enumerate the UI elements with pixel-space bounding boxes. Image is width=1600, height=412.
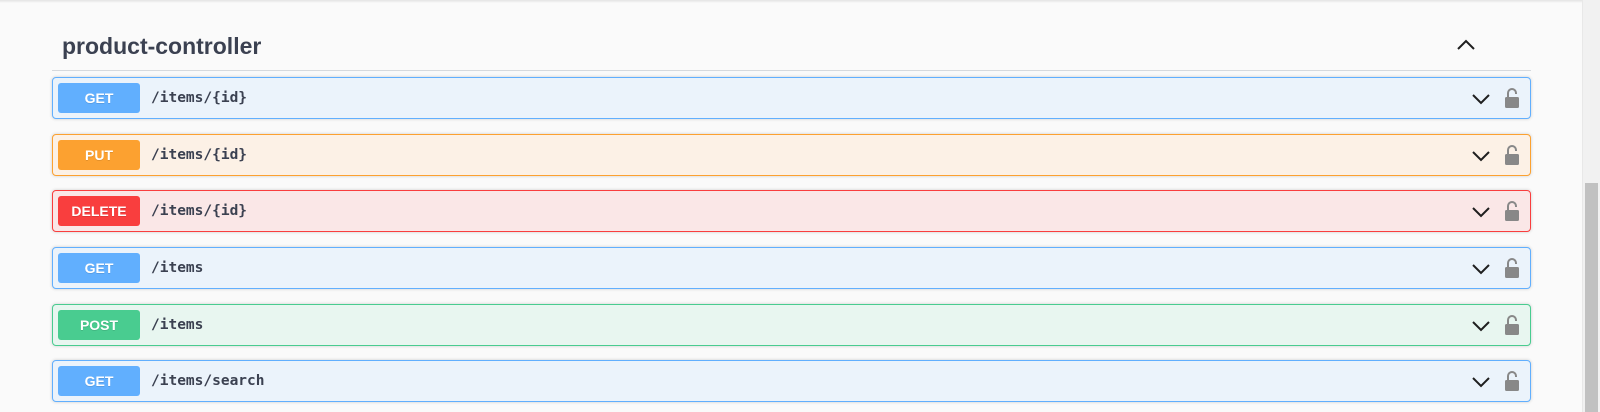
operation-path: /items/search [151, 373, 265, 389]
method-badge: GET [58, 366, 140, 396]
lock-open-icon[interactable] [1503, 256, 1521, 280]
operation-path: /items [151, 260, 204, 276]
lock-open-icon[interactable] [1503, 313, 1521, 337]
method-badge: GET [58, 83, 140, 113]
operation-get-items-search[interactable]: GET /items/search [52, 360, 1531, 402]
tag-title[interactable]: product-controller [62, 33, 261, 60]
operation-path: /items [151, 317, 204, 333]
operation-path: /items/{id} [151, 90, 248, 106]
method-badge: POST [58, 310, 140, 340]
chevron-down-icon[interactable] [1470, 145, 1492, 167]
swagger-page: product-controller GET /items/{id} PUT /… [0, 0, 1582, 412]
top-shadow [0, 0, 1582, 3]
method-badge: GET [58, 253, 140, 283]
chevron-down-icon[interactable] [1470, 201, 1492, 223]
chevron-up-icon[interactable] [1451, 30, 1481, 60]
operation-delete-items-id[interactable]: DELETE /items/{id} [52, 190, 1531, 232]
method-badge: DELETE [58, 196, 140, 226]
operation-get-items[interactable]: GET /items [52, 247, 1531, 289]
lock-open-icon[interactable] [1503, 199, 1521, 223]
scrollbar-thumb[interactable] [1585, 183, 1598, 412]
lock-open-icon[interactable] [1503, 143, 1521, 167]
chevron-down-icon[interactable] [1470, 371, 1492, 393]
chevron-down-icon[interactable] [1470, 315, 1492, 337]
method-badge: PUT [58, 140, 140, 170]
vertical-scrollbar[interactable] [1582, 0, 1600, 412]
lock-open-icon[interactable] [1503, 369, 1521, 393]
tag-section-header[interactable]: product-controller [52, 26, 1531, 71]
lock-open-icon[interactable] [1503, 86, 1521, 110]
chevron-down-icon[interactable] [1470, 258, 1492, 280]
chevron-down-icon[interactable] [1470, 88, 1492, 110]
operation-path: /items/{id} [151, 203, 248, 219]
operation-get-items-id[interactable]: GET /items/{id} [52, 77, 1531, 119]
operation-path: /items/{id} [151, 147, 248, 163]
operation-post-items[interactable]: POST /items [52, 304, 1531, 346]
operation-put-items-id[interactable]: PUT /items/{id} [52, 134, 1531, 176]
